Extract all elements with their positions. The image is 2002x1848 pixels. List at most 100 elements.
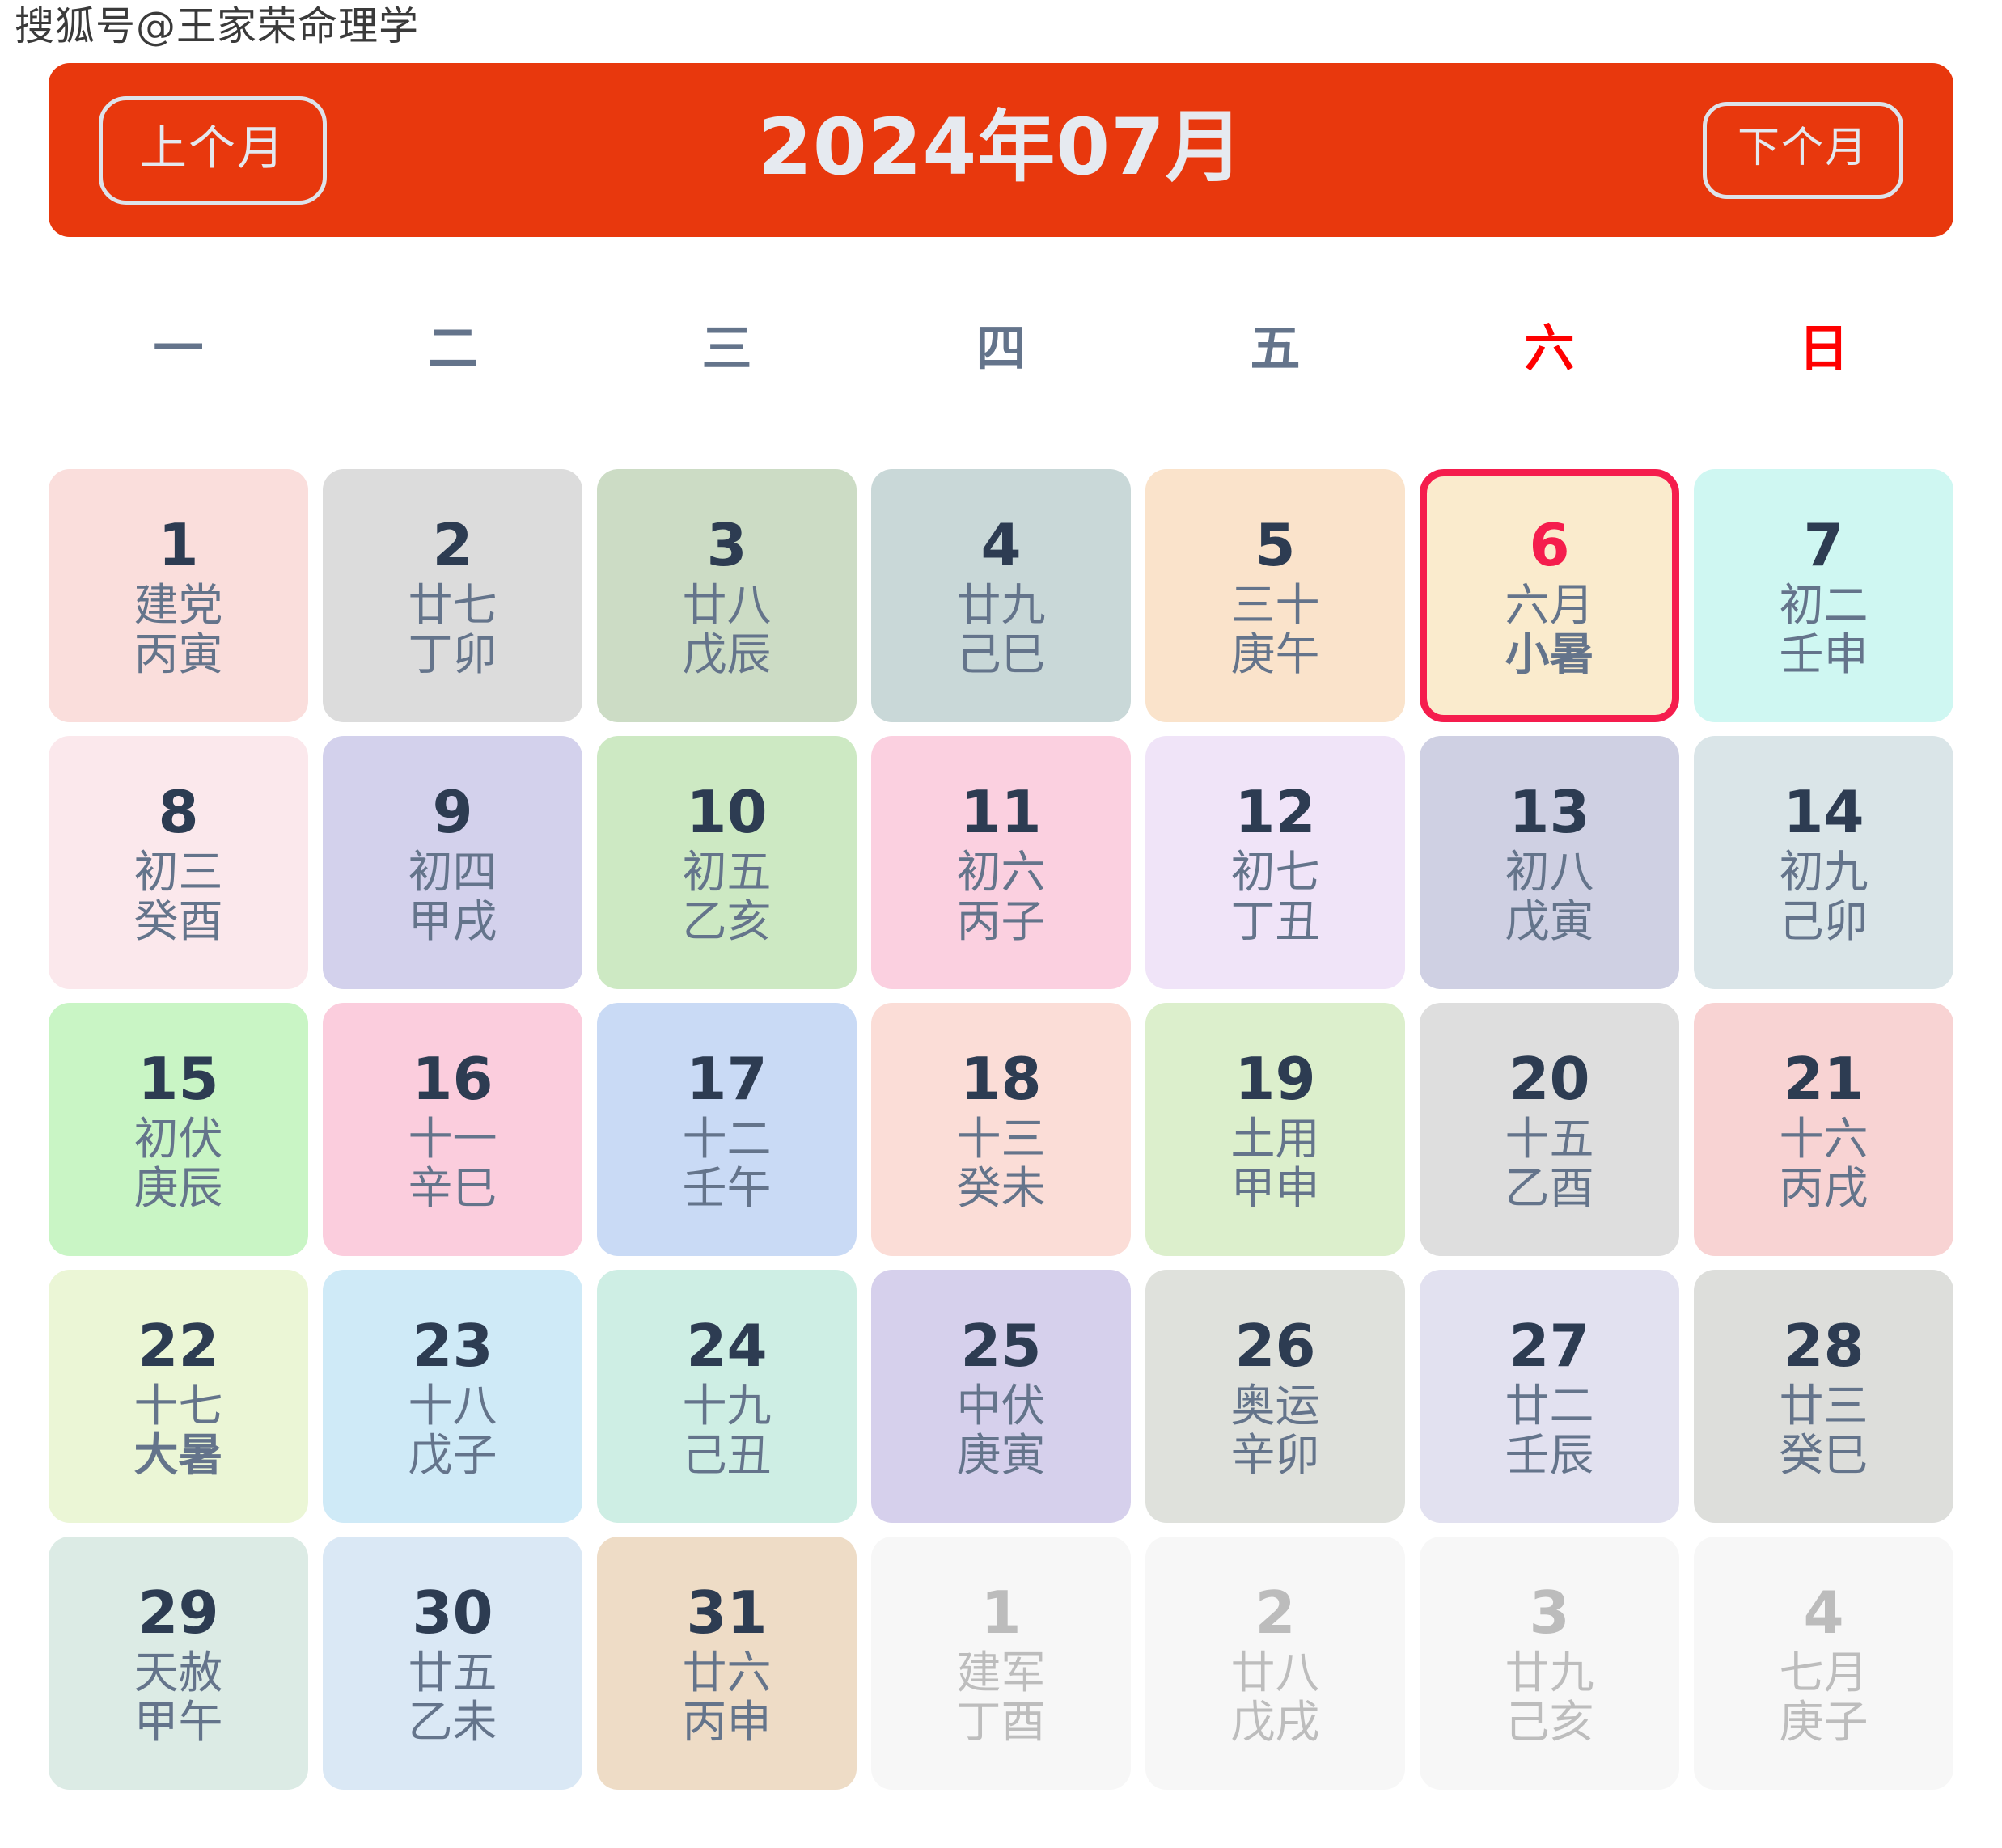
calendar-day-cell[interactable]: 23 十八 戊子 [323,1270,582,1523]
lunar-label: 廿三 [1779,1379,1869,1431]
calendar-day-cell-today[interactable]: 6 六月 小暑 [1420,469,1679,722]
ganzhi-label: 癸酉 [133,895,223,948]
ganzhi-label: 大暑 [133,1429,223,1482]
calendar-day-cell[interactable]: 16 十一 辛巳 [323,1003,582,1256]
lunar-label: 十二 [682,1112,772,1165]
calendar-day-cell[interactable]: 24 十九 己丑 [597,1270,857,1523]
calendar-day-cell[interactable]: 9 初四 甲戌 [323,736,582,989]
ganzhi-label: 小暑 [1505,628,1594,681]
calendar-day-cell[interactable]: 25 中伏 庚寅 [871,1270,1131,1523]
lunar-label: 初七 [1230,845,1320,898]
calendar-day-cell[interactable]: 26 奥运 辛卯 [1145,1270,1405,1523]
calendar-day-cell[interactable]: 8 初三 癸酉 [49,736,308,989]
day-number: 30 [412,1579,493,1647]
ganzhi-label: 戊辰 [682,628,772,681]
day-number: 28 [1783,1312,1864,1381]
lunar-label: 廿五 [408,1646,497,1698]
page-title: 2024年07月 [758,102,1244,192]
weekday-header-row: 一二三四五六日 [49,324,1953,374]
lunar-label: 初二 [1779,578,1869,631]
ganzhi-label: 庚子 [1779,1696,1869,1749]
calendar-day-cell[interactable]: 10 初五 乙亥 [597,736,857,989]
ganzhi-label: 乙未 [408,1696,497,1749]
ganzhi-label: 辛巳 [408,1162,497,1215]
weekday-label-4: 五 [1250,319,1301,378]
calendar-day-cell[interactable]: 30 廿五 乙未 [323,1537,582,1790]
ganzhi-label: 戊子 [408,1429,497,1482]
day-number: 13 [1509,778,1590,847]
ganzhi-label: 壬辰 [1505,1429,1594,1482]
lunar-label: 廿九 [1505,1646,1594,1698]
calendar-day-cell[interactable]: 2 廿七 丁卯 [323,469,582,722]
calendar-day-cell[interactable]: 17 十二 壬午 [597,1003,857,1256]
calendar-day-cell[interactable]: 28 廿三 癸巳 [1694,1270,1953,1523]
calendar-day-cell[interactable]: 29 天赦 甲午 [49,1537,308,1790]
calendar-day-cell[interactable]: 15 初伏 庚辰 [49,1003,308,1256]
day-number: 19 [1234,1045,1316,1114]
lunar-label: 十七 [133,1379,223,1431]
lunar-label: 廿九 [956,578,1046,631]
calendar-day-cell[interactable]: 18 十三 癸未 [871,1003,1131,1256]
ganzhi-label: 庚辰 [133,1162,223,1215]
day-number: 16 [412,1045,493,1114]
calendar-day-cell[interactable]: 4 七月 庚子 [1694,1537,1953,1790]
calendar-day-cell[interactable]: 1 建军 丁酉 [871,1537,1131,1790]
ganzhi-label: 戊戌 [1230,1696,1320,1749]
watermark-text: 搜狐号@王家荣命理学 [15,3,420,49]
ganzhi-label: 丁酉 [956,1696,1046,1749]
calendar-day-cell[interactable]: 22 十七 大暑 [49,1270,308,1523]
calendar-day-cell[interactable]: 3 廿九 己亥 [1420,1537,1679,1790]
calendar-day-cell[interactable]: 7 初二 壬申 [1694,469,1953,722]
calendar-day-cell[interactable]: 21 十六 丙戌 [1694,1003,1953,1256]
day-number: 15 [138,1045,219,1114]
calendar-day-cell[interactable]: 31 廿六 丙申 [597,1537,857,1790]
ganzhi-label: 壬午 [682,1162,772,1215]
day-number: 1 [158,511,199,580]
lunar-label: 奥运 [1230,1379,1320,1431]
day-number: 24 [686,1312,768,1381]
lunar-label: 中伏 [956,1379,1046,1431]
day-number: 8 [158,778,199,847]
next-month-button[interactable]: 下个月 [1702,101,1903,199]
day-number: 12 [1234,778,1316,847]
calendar-day-cell[interactable]: 20 十五 乙酉 [1420,1003,1679,1256]
lunar-label: 建军 [956,1646,1046,1698]
ganzhi-label: 己丑 [682,1429,772,1482]
lunar-label: 廿六 [682,1646,772,1698]
ganzhi-label: 庚午 [1230,628,1320,681]
lunar-label: 初伏 [133,1112,223,1165]
lunar-label: 十八 [408,1379,497,1431]
calendar-day-cell[interactable]: 4 廿九 己巳 [871,469,1131,722]
calendar-day-cell[interactable]: 27 廿二 壬辰 [1420,1270,1679,1523]
ganzhi-label: 己亥 [1505,1696,1594,1749]
weekday-label-0: 一 [153,319,204,378]
calendar-day-cell[interactable]: 2 廿八 戊戌 [1145,1537,1405,1790]
calendar-day-cell[interactable]: 13 初八 戊寅 [1420,736,1679,989]
calendar-day-cell[interactable]: 5 三十 庚午 [1145,469,1405,722]
calendar-day-cell[interactable]: 11 初六 丙子 [871,736,1131,989]
calendar-day-cell[interactable]: 12 初七 丁丑 [1145,736,1405,989]
day-number: 26 [1234,1312,1316,1381]
day-number: 31 [686,1579,768,1647]
lunar-label: 廿二 [1505,1379,1594,1431]
ganzhi-label: 壬申 [1779,628,1869,681]
ganzhi-label: 癸未 [956,1162,1046,1215]
lunar-label: 十六 [1779,1112,1869,1165]
ganzhi-label: 乙酉 [1505,1162,1594,1215]
calendar-day-cell[interactable]: 14 初九 己卯 [1694,736,1953,989]
lunar-label: 廿八 [682,578,772,631]
ganzhi-label: 乙亥 [682,895,772,948]
day-number: 27 [1509,1312,1590,1381]
lunar-label: 初六 [956,845,1046,898]
ganzhi-label: 丙寅 [133,628,223,681]
ganzhi-label: 丙子 [956,895,1046,948]
day-number: 4 [1803,1579,1844,1647]
ganzhi-label: 辛卯 [1230,1429,1320,1482]
ganzhi-label: 甲午 [133,1696,223,1749]
ganzhi-label: 丙戌 [1779,1162,1869,1215]
calendar-day-cell[interactable]: 19 土用 甲申 [1145,1003,1405,1256]
lunar-label: 廿七 [408,578,497,631]
prev-month-button[interactable]: 上个月 [99,95,328,205]
calendar-day-cell[interactable]: 1 建党 丙寅 [49,469,308,722]
calendar-day-cell[interactable]: 3 廿八 戊辰 [597,469,857,722]
